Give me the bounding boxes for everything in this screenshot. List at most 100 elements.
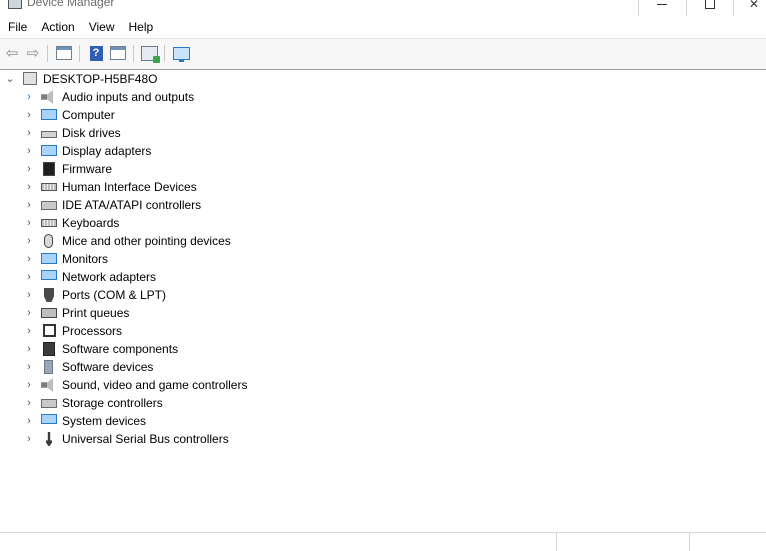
expand-chevron-icon[interactable]: ›: [24, 180, 34, 194]
expand-chevron-icon[interactable]: ›: [24, 378, 34, 392]
tree-item-processors[interactable]: › Processors: [0, 322, 400, 340]
expand-chevron-icon[interactable]: ›: [24, 342, 34, 356]
toolbar-separator: [164, 45, 165, 62]
close-icon: ✕: [748, 0, 760, 11]
toolbar-separator: [47, 45, 48, 62]
tree-item-label: Mice and other pointing devices: [62, 234, 231, 248]
expand-chevron-icon[interactable]: ›: [24, 108, 34, 122]
status-bar: [0, 532, 766, 551]
scan-for-hardware-changes-button[interactable]: [140, 44, 160, 63]
tree-item-label: Universal Serial Bus controllers: [62, 432, 229, 446]
hid-icon: [41, 183, 57, 191]
tree-item-label: Computer: [62, 108, 115, 122]
tree-item-usb-controllers[interactable]: › Universal Serial Bus controllers: [0, 430, 400, 448]
minimize-button[interactable]: [638, 0, 685, 16]
expand-chevron-icon[interactable]: ›: [24, 270, 34, 284]
console-tree-icon: [56, 46, 72, 60]
tree-item-ide-controllers[interactable]: › IDE ATA/ATAPI controllers: [0, 196, 400, 214]
display-adapter-icon: [41, 145, 57, 156]
keyboard-icon: [41, 219, 57, 227]
software-component-icon: [43, 342, 55, 356]
expand-chevron-icon[interactable]: ›: [24, 360, 34, 374]
properties-button[interactable]: [109, 44, 127, 62]
tree-item-label: Print queues: [62, 306, 130, 320]
tree-item-system-devices[interactable]: › System devices: [0, 412, 400, 430]
expand-chevron-icon[interactable]: ›: [24, 396, 34, 410]
menu-view[interactable]: View: [82, 17, 122, 37]
expand-chevron-icon[interactable]: ›: [24, 324, 34, 338]
tree-item-label: Firmware: [62, 162, 112, 176]
firmware-chip-icon: [43, 162, 55, 176]
expand-chevron-icon[interactable]: ›: [24, 234, 34, 248]
tree-item-label: Sound, video and game controllers: [62, 378, 248, 392]
ide-controller-icon: [41, 201, 57, 210]
tree-item-label: Disk drives: [62, 126, 121, 140]
tree-item-ports[interactable]: › Ports (COM & LPT): [0, 286, 400, 304]
port-icon: [44, 288, 54, 302]
tree-item-software-components[interactable]: › Software components: [0, 340, 400, 358]
view-devices-button[interactable]: [172, 44, 190, 62]
tree-item-sound-video-game-controllers[interactable]: › Sound, video and game controllers: [0, 376, 400, 394]
back-button[interactable]: ⇦: [3, 44, 21, 62]
menu-action[interactable]: Action: [34, 17, 81, 37]
tree-item-computer[interactable]: › Computer: [0, 106, 400, 124]
maximize-button[interactable]: [686, 0, 733, 16]
tree-item-label: Display adapters: [62, 144, 152, 158]
computer-icon: [41, 109, 57, 120]
tree-item-audio-inputs[interactable]: › Audio inputs and outputs: [0, 88, 400, 106]
tree-item-label: Keyboards: [62, 216, 120, 230]
monitor-icon: [172, 46, 190, 62]
close-button[interactable]: ✕: [733, 0, 766, 16]
system-device-icon: [41, 414, 57, 424]
maximize-icon: [705, 0, 715, 9]
computer-name: DESKTOP-H5BF48O: [43, 72, 158, 86]
tree-item-label: IDE ATA/ATAPI controllers: [62, 198, 202, 212]
tree-item-human-interface-devices[interactable]: › Human Interface Devices: [0, 178, 400, 196]
collapse-chevron-icon[interactable]: ⌄: [5, 72, 15, 86]
expand-chevron-icon[interactable]: ›: [24, 216, 34, 230]
tree-item-monitors[interactable]: › Monitors: [0, 250, 400, 268]
expand-chevron-icon[interactable]: ›: [24, 306, 34, 320]
computer-tower-icon: [23, 72, 37, 85]
properties-icon: [110, 46, 126, 60]
show-hide-console-tree-button[interactable]: [55, 44, 73, 62]
tree-item-display-adapters[interactable]: › Display adapters: [0, 142, 400, 160]
tree-item-storage-controllers[interactable]: › Storage controllers: [0, 394, 400, 412]
menu-file[interactable]: File: [0, 17, 34, 37]
tree-item-software-devices[interactable]: › Software devices: [0, 358, 400, 376]
help-icon: ?: [89, 45, 103, 61]
title-bar[interactable]: Device Manager ✕: [0, 0, 766, 16]
tree-item-disk-drives[interactable]: › Disk drives: [0, 124, 400, 142]
tree-item-label: Monitors: [62, 252, 109, 266]
expand-chevron-icon[interactable]: ›: [24, 126, 34, 140]
expand-chevron-icon[interactable]: ›: [24, 432, 34, 446]
menu-help[interactable]: Help: [122, 17, 161, 37]
storage-controller-icon: [41, 399, 57, 408]
mouse-icon: [44, 234, 53, 248]
tree-item-firmware[interactable]: › Firmware: [0, 160, 400, 178]
speaker-icon: [41, 90, 53, 104]
expand-chevron-icon[interactable]: ›: [24, 90, 34, 104]
expand-chevron-icon[interactable]: ›: [24, 144, 34, 158]
tree-item-keyboards[interactable]: › Keyboards: [0, 214, 400, 232]
minimize-icon: [657, 4, 667, 5]
monitor-icon: [41, 253, 57, 264]
tree-root-computer[interactable]: ⌄ DESKTOP-H5BF48O: [0, 70, 300, 88]
expand-chevron-icon[interactable]: ›: [24, 414, 34, 428]
toolbar-separator: [133, 45, 134, 62]
expand-chevron-icon[interactable]: ›: [24, 288, 34, 302]
tree-item-network-adapters[interactable]: › Network adapters: [0, 268, 400, 286]
tree-item-label: Software devices: [62, 360, 154, 374]
tree-item-print-queues[interactable]: › Print queues: [0, 304, 400, 322]
help-button[interactable]: ?: [87, 44, 105, 62]
expand-chevron-icon[interactable]: ›: [24, 162, 34, 176]
expand-chevron-icon[interactable]: ›: [24, 252, 34, 266]
toolbar: ⇦ ⇨ ?: [0, 38, 766, 70]
status-divider: [556, 533, 557, 551]
tree-item-label: Processors: [62, 324, 123, 338]
forward-button[interactable]: ⇨: [24, 44, 42, 62]
tree-item-label: Audio inputs and outputs: [62, 90, 195, 104]
disk-drive-icon: [41, 131, 57, 138]
tree-item-mice[interactable]: › Mice and other pointing devices: [0, 232, 400, 250]
expand-chevron-icon[interactable]: ›: [24, 198, 34, 212]
